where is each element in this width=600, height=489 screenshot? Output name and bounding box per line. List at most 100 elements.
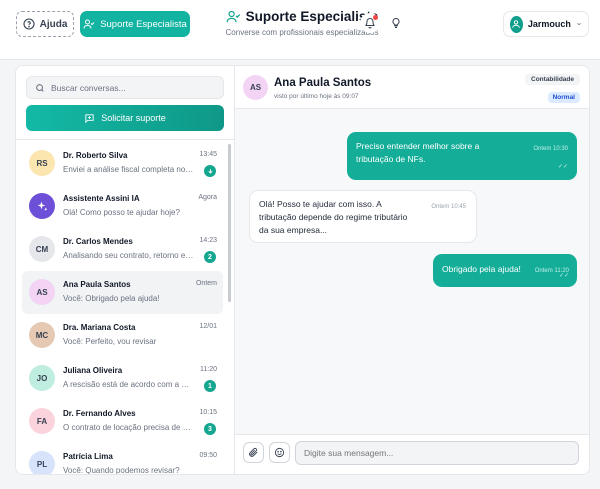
conversation-time: 14:23 bbox=[199, 237, 217, 244]
read-check-icon: ✓✓ bbox=[558, 273, 569, 279]
conversation-time: 10:15 bbox=[199, 409, 217, 416]
conversation-time: Agora bbox=[198, 194, 217, 201]
message-text: Obrigado pela ajuda! bbox=[442, 264, 521, 274]
message-text: Olá! Posso te ajudar com isso. A tributa… bbox=[259, 199, 408, 235]
conversation-time: 11:20 bbox=[200, 366, 217, 373]
conversation-preview: Analisando seu contrato, retorno em brev… bbox=[63, 251, 195, 260]
user-check-icon bbox=[83, 19, 95, 29]
message-plus-icon bbox=[85, 113, 94, 123]
last-seen: visto por último hoje às 09:07 bbox=[274, 93, 359, 100]
avatar: MC bbox=[29, 322, 55, 348]
search-icon bbox=[36, 83, 44, 92]
message-outgoing: Preciso entender melhor sobre a tributaç… bbox=[347, 132, 577, 180]
unread-badge: 2 bbox=[204, 251, 216, 263]
smile-icon bbox=[274, 447, 285, 458]
conversation-preview: A rescisão está de acordo com a CLT bbox=[63, 380, 195, 389]
conversation-name: Juliana Oliveira bbox=[63, 366, 123, 375]
attach-button[interactable] bbox=[243, 442, 264, 463]
chat-panel: AS Ana Paula Santos visto por último hoj… bbox=[235, 66, 589, 474]
conversation-time: Ontem bbox=[195, 280, 217, 287]
specialist-support-button[interactable]: Suporte Especialista bbox=[80, 11, 190, 37]
conversation-name: Dr. Fernando Alves bbox=[63, 409, 136, 418]
sparkles-icon bbox=[37, 201, 47, 211]
help-button[interactable]: Ajuda bbox=[16, 11, 74, 37]
unread-badge: 1 bbox=[204, 380, 216, 392]
conversation-preview: Enviei a análise fiscal completa no anex… bbox=[63, 165, 195, 174]
conversation-preview: Você: Perfeito, vou revisar bbox=[63, 337, 157, 346]
conversation-time: 09:50 bbox=[199, 452, 217, 459]
conversation-name: Dr. Roberto Silva bbox=[63, 151, 128, 160]
unread-badge: 3 bbox=[204, 423, 216, 435]
avatar bbox=[510, 15, 523, 33]
conversation-name: Patrícia Lima bbox=[63, 452, 113, 461]
page-subtitle: Converse com profissionais especializado… bbox=[225, 28, 379, 37]
top-header: Ajuda Suporte Especialista Suporte Espec… bbox=[0, 0, 600, 60]
user-menu-button[interactable]: Jarmouch bbox=[503, 11, 589, 37]
conversation-sidebar: Buscar conversas... Solicitar suporte RS… bbox=[16, 66, 235, 475]
header-title-block: Suporte Especialista Converse com profis… bbox=[222, 9, 382, 37]
message-time: Ontem 10:45 bbox=[431, 204, 466, 210]
page-title-text: Suporte Especialista bbox=[245, 9, 379, 24]
notifications-button[interactable] bbox=[360, 13, 380, 33]
specialist-button-label: Suporte Especialista bbox=[100, 18, 187, 30]
message-input[interactable] bbox=[295, 441, 579, 465]
conversation-name: Dr. Carlos Mendes bbox=[63, 237, 133, 246]
message-text: Preciso entender melhor sobre a tributaç… bbox=[356, 141, 480, 164]
user-name: Jarmouch bbox=[527, 19, 571, 29]
contact-avatar: AS bbox=[243, 75, 268, 100]
conversation-item[interactable]: FA Dr. Fernando Alves 10:15 O contrato d… bbox=[22, 400, 223, 443]
read-check-icon: ✓✓ bbox=[557, 164, 568, 170]
message-incoming: Olá! Posso te ajudar com isso. A tributa… bbox=[249, 190, 477, 243]
request-support-button[interactable]: Solicitar suporte bbox=[26, 105, 224, 131]
conversation-item[interactable]: CM Dr. Carlos Mendes 14:23 Analisando se… bbox=[22, 228, 223, 271]
lightbulb-icon bbox=[392, 17, 400, 28]
conversation-preview: Você: Quando podemos revisar? bbox=[63, 466, 180, 475]
support-panel: Buscar conversas... Solicitar suporte RS… bbox=[15, 65, 590, 475]
chevron-down-icon bbox=[577, 22, 581, 26]
help-circle-icon bbox=[23, 18, 35, 30]
request-support-label: Solicitar suporte bbox=[101, 113, 166, 123]
conversation-preview: Olá! Como posso te ajudar hoje? bbox=[63, 208, 180, 217]
message-composer bbox=[235, 434, 589, 474]
divider bbox=[16, 139, 235, 140]
page-title: Suporte Especialista bbox=[222, 9, 382, 24]
avatar: JO bbox=[29, 365, 55, 391]
conversation-name: Assistente Assini IA bbox=[63, 194, 140, 203]
message-outgoing: Obrigado pela ajuda! Ontem 11:20 ✓✓ bbox=[433, 254, 577, 287]
avatar: PL bbox=[29, 451, 55, 474]
paperclip-icon bbox=[249, 447, 258, 457]
conversation-preview: O contrato de locação precisa de ajustes bbox=[63, 423, 195, 432]
user-check-icon bbox=[226, 10, 240, 23]
conversation-item[interactable]: PL Patrícia Lima 09:50 Você: Quando pode… bbox=[22, 443, 223, 475]
chat-header: AS Ana Paula Santos visto por último hoj… bbox=[235, 66, 589, 109]
sidebar-scrollbar[interactable] bbox=[228, 144, 231, 302]
search-placeholder: Buscar conversas... bbox=[51, 82, 126, 93]
conversation-time: 12/01 bbox=[199, 323, 217, 330]
message-time: Ontem 10:30 bbox=[533, 146, 568, 152]
avatar: AS bbox=[29, 279, 55, 305]
help-label: Ajuda bbox=[39, 18, 68, 30]
conversation-item[interactable]: JO Juliana Oliveira 11:20 A rescisão est… bbox=[22, 357, 223, 400]
avatar: CM bbox=[29, 236, 55, 262]
unread-badge bbox=[204, 165, 216, 177]
conversation-item[interactable]: MC Dra. Mariana Costa 12/01 Você: Perfei… bbox=[22, 314, 223, 357]
conversation-item[interactable]: RS Dr. Roberto Silva 13:45 Enviei a anál… bbox=[22, 142, 223, 185]
priority-tag: Normal bbox=[547, 92, 580, 103]
conversation-name: Dra. Mariana Costa bbox=[63, 323, 136, 332]
avatar: RS bbox=[29, 150, 55, 176]
conversation-item[interactable]: Assistente Assini IA Agora Olá! Como pos… bbox=[22, 185, 223, 228]
conversation-time: 13:45 bbox=[199, 151, 217, 158]
search-input[interactable]: Buscar conversas... bbox=[26, 76, 224, 99]
conversation-preview: Você: Obrigado pela ajuda! bbox=[63, 294, 160, 303]
notification-dot bbox=[373, 15, 378, 20]
avatar bbox=[29, 193, 55, 219]
category-tag: Contabilidade bbox=[525, 74, 580, 85]
user-icon bbox=[512, 20, 521, 28]
avatar: FA bbox=[29, 408, 55, 434]
emoji-button[interactable] bbox=[269, 442, 290, 463]
conversation-name: Ana Paula Santos bbox=[63, 280, 131, 289]
conversation-item-active[interactable]: AS Ana Paula Santos Ontem Você: Obrigado… bbox=[22, 271, 223, 314]
download-icon bbox=[207, 168, 213, 174]
contact-name: Ana Paula Santos bbox=[274, 77, 372, 89]
tips-button[interactable] bbox=[386, 13, 406, 33]
